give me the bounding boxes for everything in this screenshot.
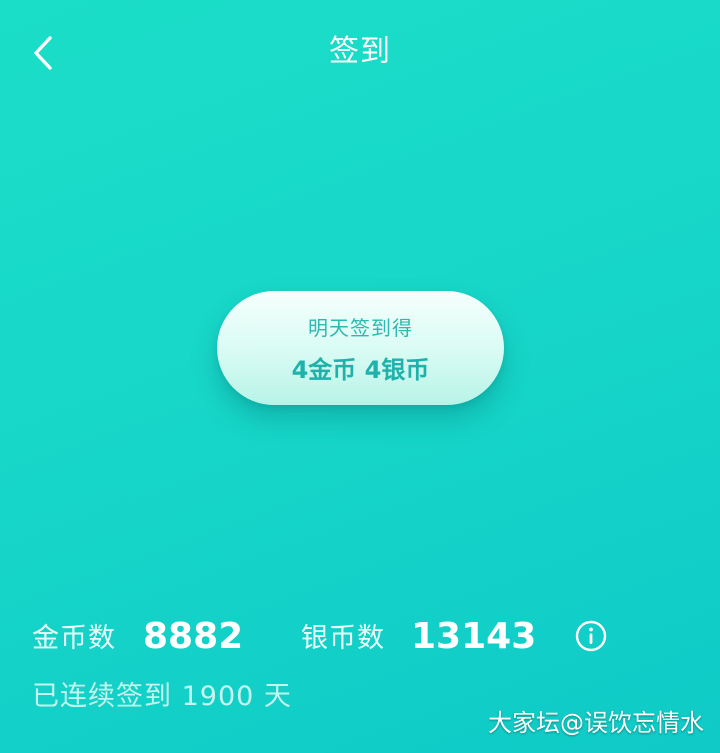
page-title: 签到 [329,34,391,69]
info-button[interactable] [575,620,607,652]
reward-caption: 明天签到得 [308,316,413,340]
header: 签到 [0,0,720,106]
silver-coin-count: 13143 [411,616,537,657]
sign-in-reward-button[interactable]: 明天签到得 4金币 4银币 [217,291,504,405]
gold-coin-label: 金币数 [32,623,116,654]
info-icon [575,620,607,652]
silver-coin-label: 银币数 [301,623,385,654]
gold-coin-count: 8882 [143,616,244,657]
reward-value: 4金币 4银币 [291,356,430,384]
watermark: 大家坛@误饮忘情水 [488,709,704,737]
streak-text: 已连续签到 1900 天 [32,681,292,712]
